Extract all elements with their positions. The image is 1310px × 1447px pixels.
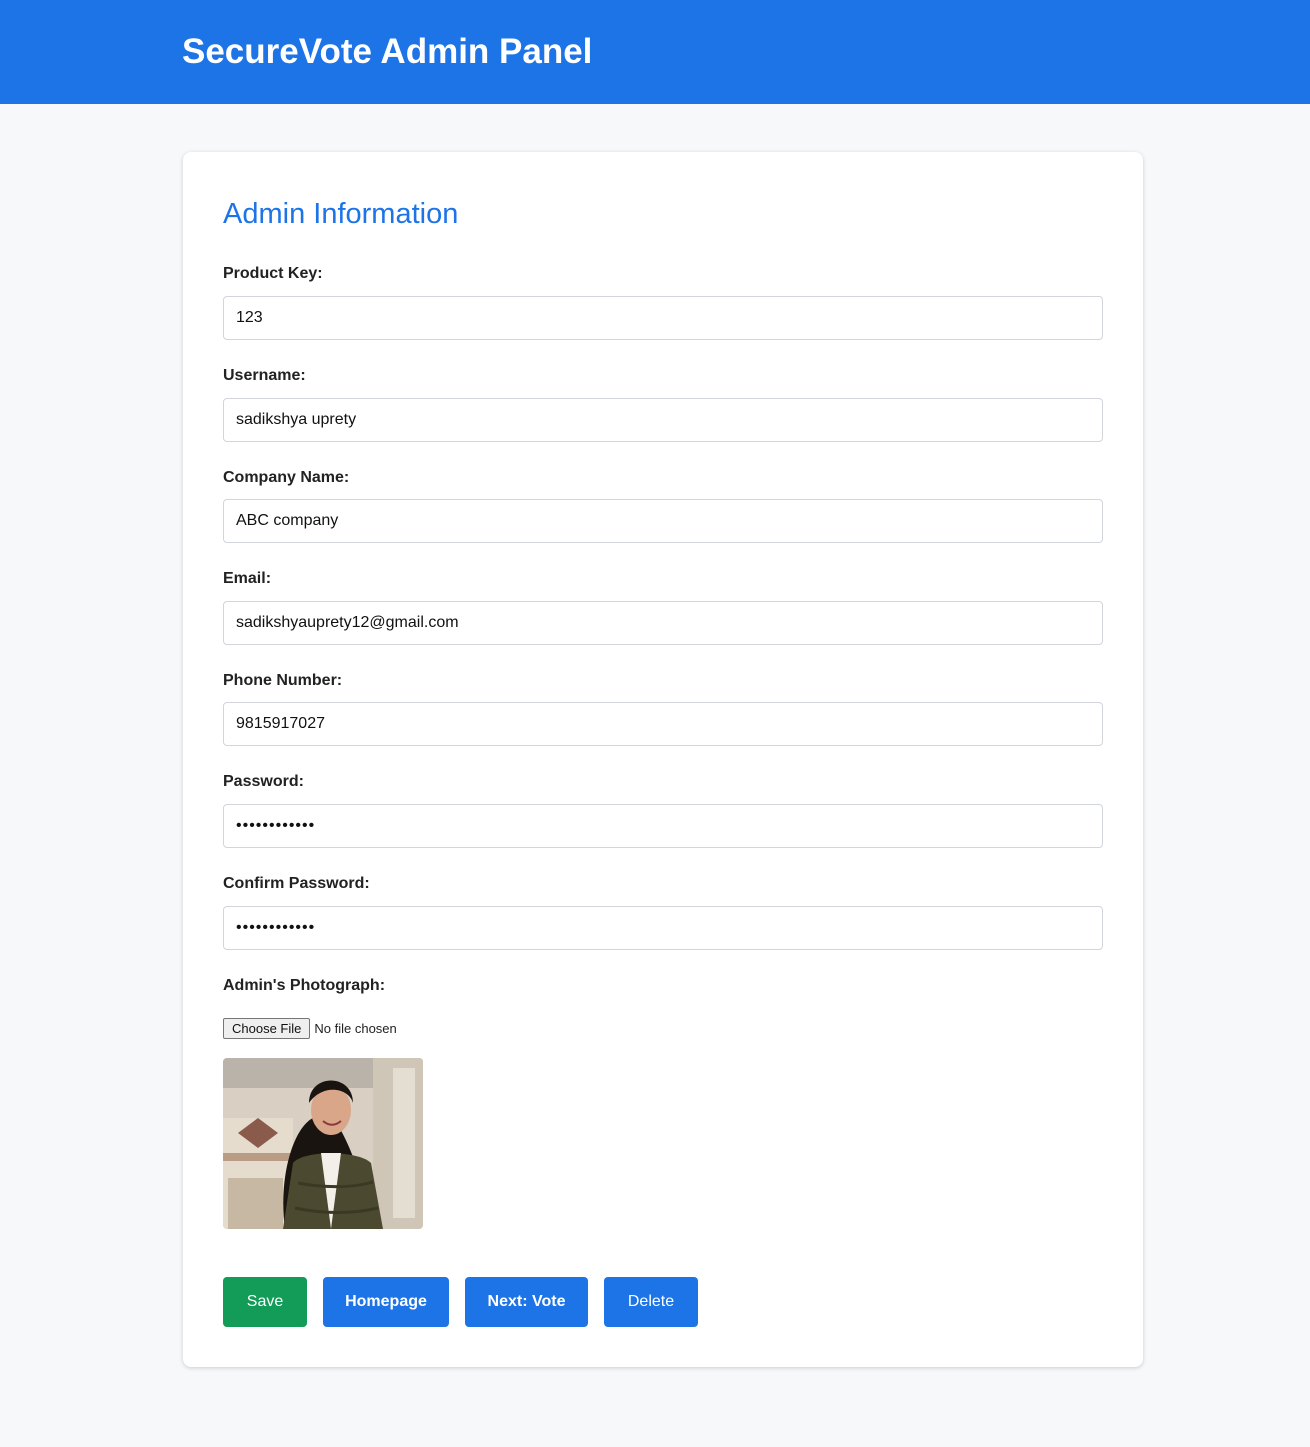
file-upload: Choose File No file chosen xyxy=(223,1017,397,1039)
admin-info-card: Admin Information Product Key: Username:… xyxy=(183,152,1143,1367)
company-name-label: Company Name: xyxy=(223,469,350,486)
card-title: Admin Information xyxy=(223,198,459,230)
next-vote-button[interactable]: Next: Vote xyxy=(465,1277,588,1327)
homepage-button[interactable]: Homepage xyxy=(323,1277,449,1327)
username-input[interactable] xyxy=(223,398,1103,442)
password-input[interactable] xyxy=(223,804,1103,848)
email-input[interactable] xyxy=(223,601,1103,645)
app-title: SecureVote Admin Panel xyxy=(182,32,593,71)
confirm-password-label: Confirm Password: xyxy=(223,875,370,892)
choose-file-button[interactable]: Choose File xyxy=(223,1017,311,1039)
save-button[interactable]: Save xyxy=(223,1277,307,1327)
company-name-input[interactable] xyxy=(223,499,1103,543)
product-key-input[interactable] xyxy=(223,296,1103,340)
phone-number-input[interactable] xyxy=(223,702,1103,746)
admin-photo xyxy=(223,1058,423,1229)
photo-label: Admin's Photograph: xyxy=(223,977,386,994)
username-label: Username: xyxy=(223,367,306,384)
product-key-label: Product Key: xyxy=(223,265,323,282)
app-header: SecureVote Admin Panel xyxy=(0,0,1310,104)
email-label: Email: xyxy=(223,570,272,587)
delete-button[interactable]: Delete xyxy=(604,1277,698,1327)
password-label: Password: xyxy=(223,773,304,790)
phone-number-label: Phone Number: xyxy=(223,672,343,689)
file-status: No file chosen xyxy=(314,1020,397,1036)
confirm-password-input[interactable] xyxy=(223,906,1103,950)
